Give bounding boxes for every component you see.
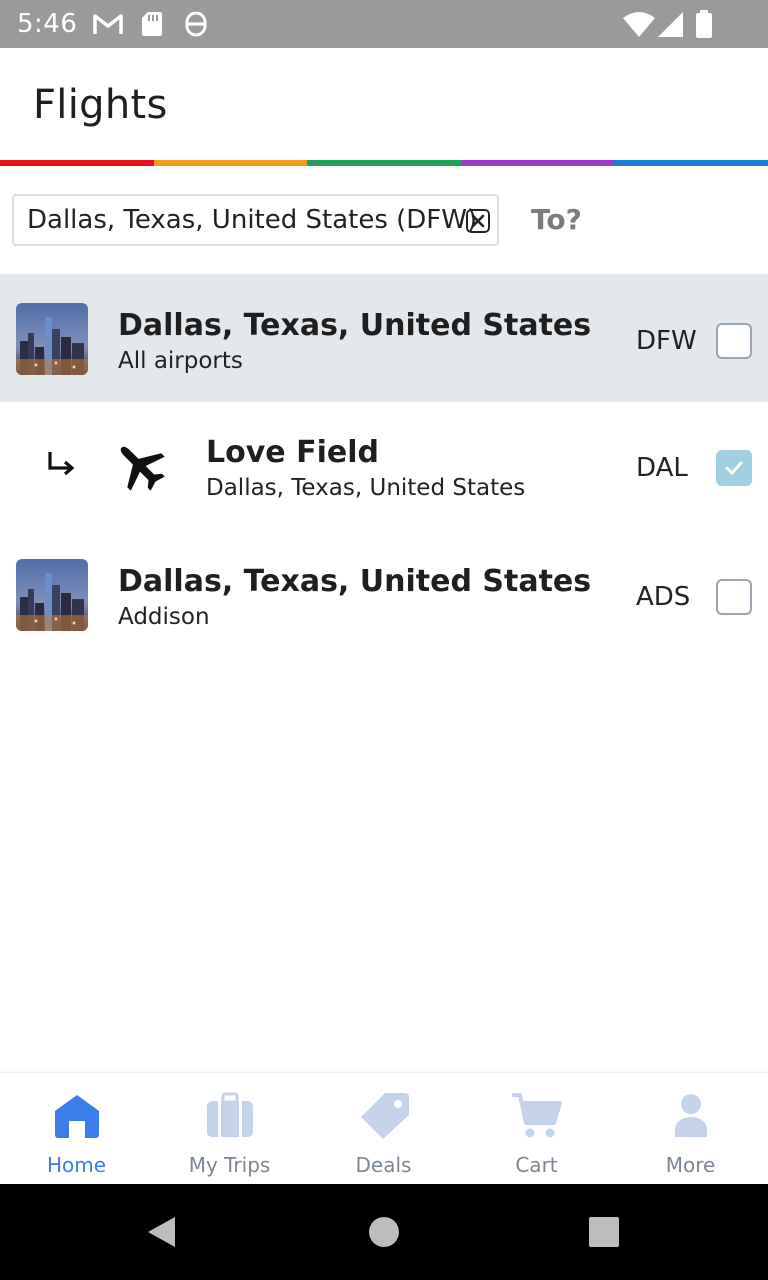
city-skyline-thumbnail <box>16 559 88 631</box>
suitcase-icon <box>206 1092 253 1137</box>
home-icon <box>54 1095 99 1138</box>
nav-label: Deals <box>355 1153 412 1177</box>
list-item[interactable]: Love Field Dallas, Texas, United States … <box>0 402 768 530</box>
nav-more[interactable]: More <box>614 1073 767 1185</box>
result-title: Dallas, Texas, United States <box>118 564 592 599</box>
nav-label: My Trips <box>188 1153 271 1177</box>
tag-icon <box>360 1093 409 1139</box>
airport-code: DAL <box>636 453 688 483</box>
airport-code: ADS <box>636 582 691 612</box>
nav-label: Home <box>46 1153 107 1177</box>
app-header: Flights <box>0 48 768 160</box>
nav-deals[interactable]: Deals <box>307 1073 460 1185</box>
battery-icon <box>696 10 712 38</box>
result-subtitle: Dallas, Texas, United States <box>206 475 526 501</box>
origin-value: Dallas, Texas, United States (DFW) <box>27 205 478 235</box>
recents-icon[interactable] <box>589 1217 619 1247</box>
back-icon[interactable] <box>144 1215 178 1249</box>
clear-origin-button[interactable] <box>466 209 490 233</box>
list-item[interactable]: Dallas, Texas, United States All airport… <box>0 274 768 402</box>
person-icon <box>674 1094 707 1137</box>
destination-field[interactable]: To? <box>531 203 582 236</box>
page-title: Flights <box>33 82 168 128</box>
vpn-icon <box>185 11 207 37</box>
select-checkbox[interactable] <box>716 579 752 615</box>
nav-cart[interactable]: Cart <box>460 1073 613 1185</box>
origin-field[interactable]: Dallas, Texas, United States (DFW) <box>12 194 499 246</box>
nav-my-trips[interactable]: My Trips <box>153 1073 306 1185</box>
nav-label: More <box>665 1153 716 1177</box>
city-skyline-thumbnail <box>16 303 88 375</box>
airplane-icon <box>120 446 165 491</box>
nav-home[interactable]: Home <box>0 1073 153 1185</box>
list-item[interactable]: Dallas, Texas, United States Addison ADS <box>0 530 768 658</box>
airport-code: DFW <box>636 326 697 356</box>
select-checkbox[interactable] <box>716 450 752 486</box>
select-checkbox[interactable] <box>716 323 752 359</box>
cart-icon <box>511 1093 562 1138</box>
status-time: 5:46 <box>17 9 78 39</box>
search-row: Dallas, Texas, United States (DFW) To? <box>0 166 768 274</box>
checkmark-icon <box>725 461 743 475</box>
result-title: Love Field <box>206 435 379 470</box>
wifi-icon <box>623 12 655 37</box>
result-title: Dallas, Texas, United States <box>118 308 592 343</box>
gmail-icon <box>93 14 123 34</box>
cellular-signal-icon <box>658 12 683 37</box>
nav-label: Cart <box>515 1153 558 1177</box>
system-nav-bar <box>0 1184 768 1280</box>
sd-card-icon <box>142 12 162 36</box>
home-circle-icon[interactable] <box>368 1216 400 1248</box>
result-subtitle: All airports <box>118 348 243 374</box>
sub-item-arrow-icon <box>48 452 75 476</box>
results-list: Dallas, Texas, United States All airport… <box>0 274 768 658</box>
result-subtitle: Addison <box>118 604 210 630</box>
bottom-nav: Home My Trips Deals Cart More <box>0 1072 768 1184</box>
status-bar: 5:46 <box>0 0 768 48</box>
